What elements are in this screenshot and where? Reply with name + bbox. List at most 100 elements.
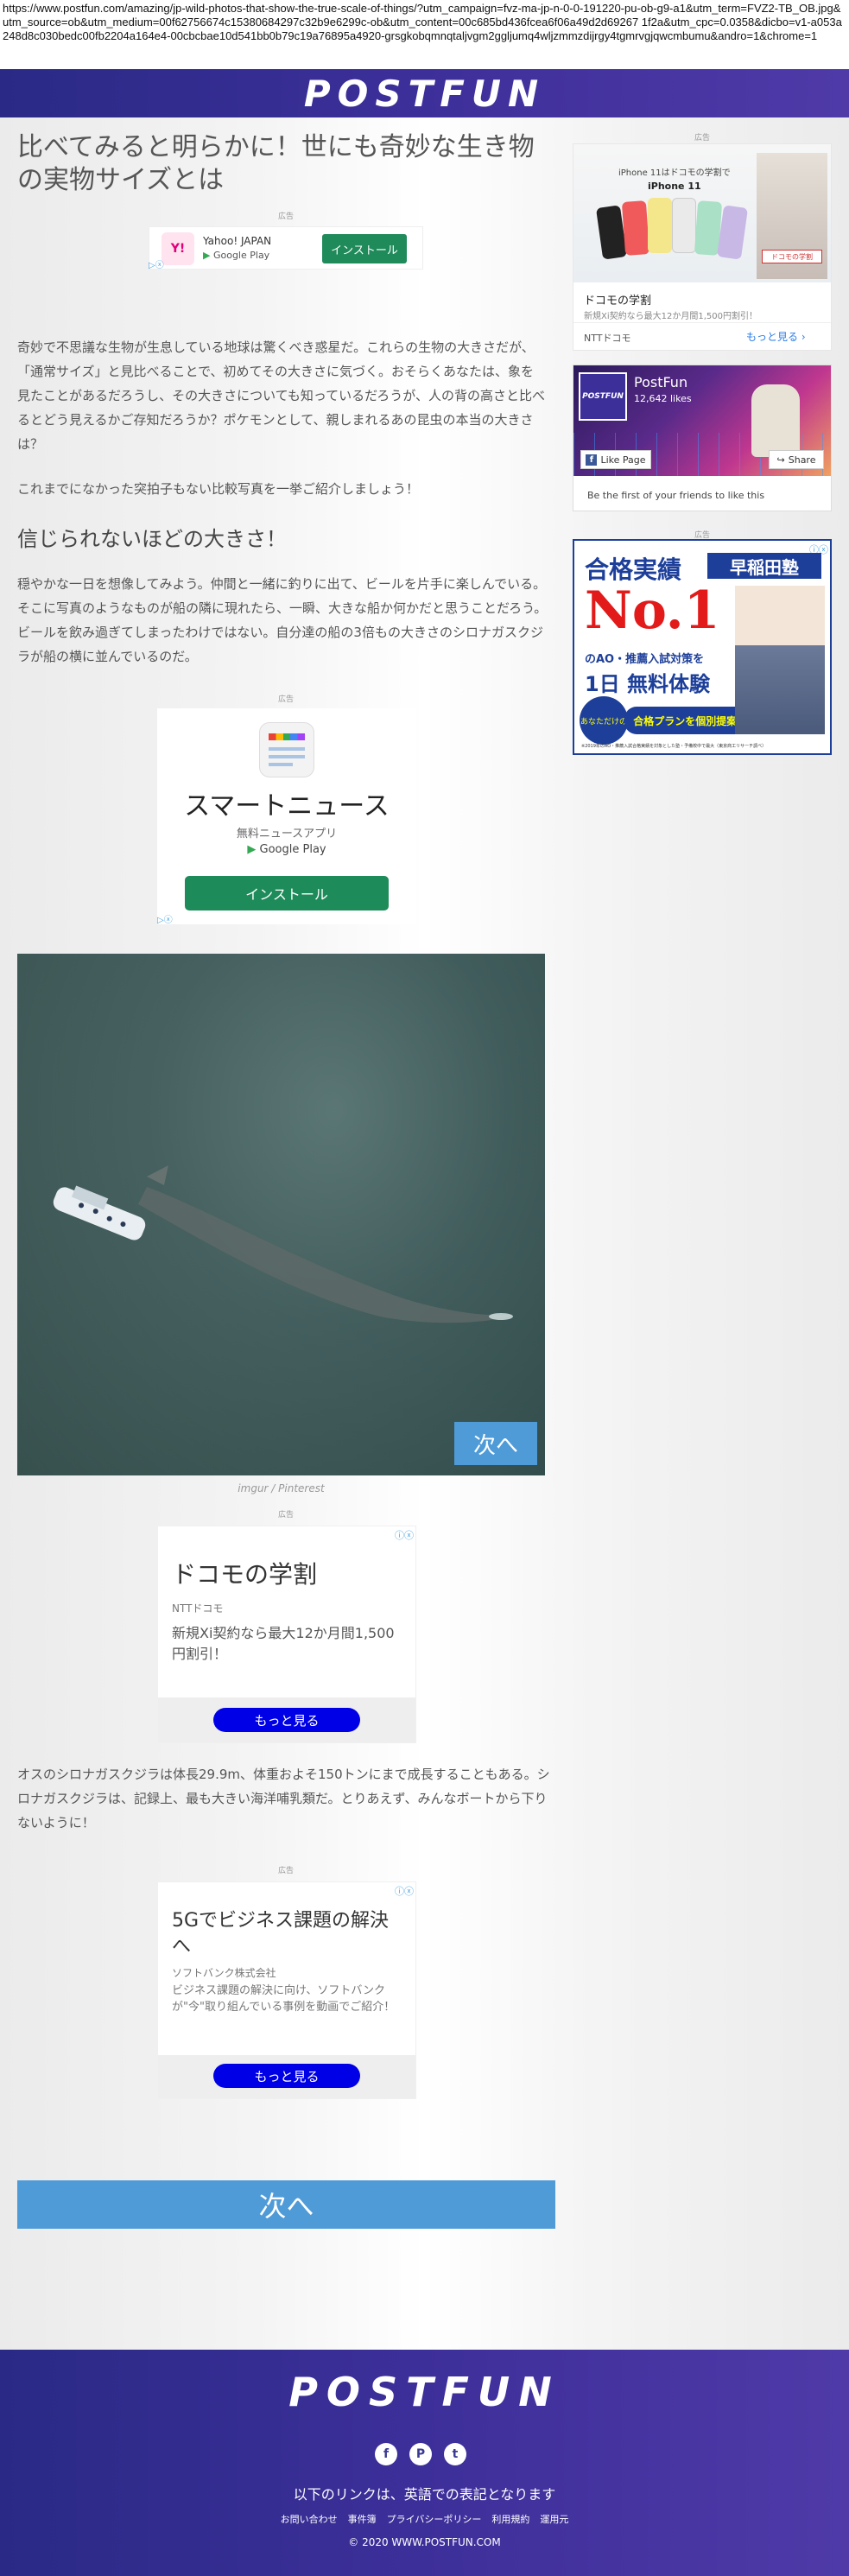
ad-label: 広告 — [694, 133, 710, 142]
fb-like-count: 12,642 likes — [634, 393, 692, 404]
adchoices-icon[interactable]: ⓘⓧ — [395, 1884, 414, 1898]
section-heading: 信じられないほどの大きさ！ — [17, 527, 287, 551]
fb-page-avatar[interactable]: POSTFUN — [579, 372, 627, 421]
footer-logo[interactable]: POSTFUN — [0, 2369, 849, 2415]
footer-link-cases[interactable]: 事件簿 — [348, 2512, 377, 2526]
softbank-ad[interactable]: ⓘⓧ 5Gでビジネス課題の解決へ ソフトバンク株式会社 ビジネス課題の解決に向け… — [157, 1881, 416, 2099]
docomo-ad[interactable]: ⓘⓧ ドコモの学割 NTTドコモ 新規Xi契約なら最大12か月間1,500円割引… — [157, 1526, 416, 1743]
ad-description: ビジネス課題の解決に向け、ソフトバンクが"今"取り組んでいる事例を動画でご紹介！ — [172, 1984, 396, 2014]
ad-brand: NTTドコモ — [172, 1602, 224, 1615]
learn-more-label: もっと見る — [746, 331, 799, 343]
article-paragraph-4: オスのシロナガスクジラは体長29.9m、体重およそ150トンにまで成長することも… — [17, 1767, 550, 1830]
ad-brand: NTTドコモ — [584, 333, 631, 344]
facebook-icon: f — [586, 454, 598, 466]
smartnews-title: スマートニュース — [184, 791, 390, 822]
ad-description: 新規Xi契約なら最大12か月間1,500円割引！ — [172, 1625, 395, 1662]
pinterest-icon[interactable]: P — [409, 2443, 432, 2465]
ad-title: ドコモの学割 — [584, 295, 652, 308]
google-play-text: Google Play — [212, 250, 270, 261]
footer-link-terms[interactable]: 利用規約 — [491, 2512, 529, 2526]
google-play-text: Google Play — [259, 843, 326, 856]
phone-white — [672, 198, 696, 253]
install-button[interactable]: インストール — [185, 876, 389, 910]
whale-photo: 次へ — [17, 954, 545, 1475]
yahoo-ad-name: Yahoo! JAPAN — [203, 235, 272, 247]
image-credit: imgur / Pinterest — [238, 1482, 325, 1494]
site-footer: POSTFUN f P t 以下のリンクは、英語での表記となります お問い合わせ… — [0, 2350, 849, 2576]
learn-more-link[interactable]: もっと見る › — [746, 329, 806, 344]
ad-brand: ソフトバンク株式会社 — [172, 1967, 276, 1979]
smartnews-app-ad[interactable]: スマートニュース 無料ニュースアプリ ▶ Google Play インストール … — [157, 708, 416, 925]
smartnews-app-icon — [259, 722, 314, 777]
ad-image-caption: iPhone 11はドコモの学割で — [618, 168, 731, 178]
google-play-icon: ▶ — [247, 843, 257, 856]
ad-title: 5Gでビジネス課題の解決へ — [172, 1910, 390, 1957]
phone-purple — [716, 205, 749, 260]
ad-title: ドコモの学割 — [172, 1560, 318, 1589]
ad-label: 広告 — [277, 212, 294, 220]
twitter-icon[interactable]: t — [444, 2443, 466, 2465]
article-title: 比べてみると明らかに！世にも奇妙な生き物の実物サイズとは — [17, 132, 535, 195]
next-page-button[interactable]: 次へ — [17, 2180, 555, 2229]
fb-like-label: Like Page — [600, 454, 646, 466]
site-logo[interactable]: POSTFUN — [304, 73, 545, 115]
sidebar-docomo-ad[interactable]: ⓘⓧ iPhone 11はドコモの学割で iPhone 11 ドコモの学割 ドコ… — [573, 143, 832, 351]
google-play-icon: ▶ — [203, 250, 211, 261]
footer-link-contact[interactable]: お問い合わせ — [281, 2512, 338, 2526]
smartnews-subtitle: 無料ニュースアプリ — [236, 828, 338, 841]
learn-more-button[interactable]: もっと見る — [213, 2064, 360, 2088]
ad-line-3: 合格プランを個別提案! — [624, 707, 751, 734]
article-paragraph-2: これまでになかった突拍子もない比較写真を一挙ご紹介しましょう！ — [17, 481, 420, 497]
yahoo-app-ad[interactable]: Y! Yahoo! JAPAN ▶ Google Play インストール — [149, 226, 423, 270]
install-button[interactable]: インストール — [322, 234, 407, 263]
phone-red — [621, 200, 650, 256]
copyright: © 2020 WWW.POSTFUN.COM — [348, 2536, 501, 2548]
brand-logo: 早稲田塾 — [707, 553, 821, 579]
student-photo — [735, 586, 825, 734]
google-play-label: ▶ Google Play — [203, 250, 269, 261]
phone-yellow — [648, 198, 672, 253]
ad-label: 広告 — [277, 1866, 294, 1875]
google-play-label: ▶ Google Play — [157, 843, 416, 856]
divider — [573, 322, 831, 323]
adchoices-icon[interactable]: ▷ⓧ — [149, 257, 164, 270]
social-links: f P t — [375, 2443, 466, 2465]
alpaca-figure — [751, 384, 800, 457]
ad-line-2: 1日 無料体験 — [585, 672, 711, 696]
ad-description: 新規Xi契約なら最大12か月間1,500円割引！ — [584, 312, 757, 321]
ad-label: 広告 — [277, 695, 294, 703]
footer-link-operator[interactable]: 運用元 — [540, 2512, 568, 2526]
waseda-juku-ad[interactable]: ⓘⓧ 合格実績 早稲田塾 No.1 のAO・推薦入試対策を 1日 無料体験 あな… — [573, 539, 832, 755]
article-paragraph-1: 奇妙で不思議な生物が生息している地球は驚くべき惑星だ。これらの生物の大きさだが、… — [17, 339, 545, 452]
facebook-page-widget[interactable]: POSTFUN PostFun 12,642 likes f Like Page… — [573, 365, 832, 511]
adchoices-icon[interactable]: ⓘⓧ — [395, 1528, 414, 1542]
footer-link-privacy[interactable]: プライバシーポリシー — [387, 2512, 482, 2526]
fb-friends-note: Be the first of your friends to like thi… — [587, 490, 765, 501]
ad-badge: あなただけの — [580, 696, 628, 745]
adchoices-icon[interactable]: ▷ⓧ — [157, 912, 173, 925]
ad-label: 広告 — [277, 1510, 294, 1519]
ad-image: iPhone 11はドコモの学割で iPhone 11 ドコモの学割 — [573, 144, 831, 282]
share-icon: ↪ — [776, 454, 785, 466]
learn-more-button[interactable]: もっと見る — [213, 1708, 360, 1732]
whale-illustration — [17, 954, 545, 1475]
address-bar[interactable]: https://www.postfun.com/amazing/jp-wild-… — [0, 0, 849, 69]
ad-line-1: のAO・推薦入試対策を — [585, 653, 705, 666]
fb-like-button[interactable]: f Like Page — [580, 450, 651, 469]
ad-image-phone-label: iPhone 11 — [648, 181, 701, 192]
yahoo-logo-icon: Y! — [162, 232, 194, 265]
fb-share-button[interactable]: ↪ Share — [769, 450, 824, 469]
article: 比べてみると明らかに！世にも奇妙な生き物の実物サイズとは — [17, 117, 555, 197]
fb-share-label: Share — [788, 454, 816, 466]
fb-page-name[interactable]: PostFun — [634, 374, 687, 390]
next-button[interactable]: 次へ — [454, 1422, 537, 1465]
facebook-icon[interactable]: f — [375, 2443, 397, 2465]
article-paragraph-3: 穏やかな一日を想像してみよう。仲間と一緒に釣りに出て、ビールを片手に楽しんでいる… — [17, 576, 548, 664]
ad-image-stamp: ドコモの学割 — [762, 250, 822, 263]
ad-footnote: ※2019年のAO・推薦入試合格実績を対象とした塾・予備校中で最大（東京商工リサ… — [581, 744, 767, 749]
chevron-right-icon: › — [801, 331, 806, 343]
footer-links: お問い合わせ 事件簿 プライバシーポリシー 利用規約 運用元 — [0, 2512, 849, 2526]
site-header: POSTFUN — [0, 69, 849, 117]
no1-badge: No.1 — [585, 581, 720, 641]
footer-note: 以下のリンクは、英語での表記となります — [293, 2486, 556, 2503]
